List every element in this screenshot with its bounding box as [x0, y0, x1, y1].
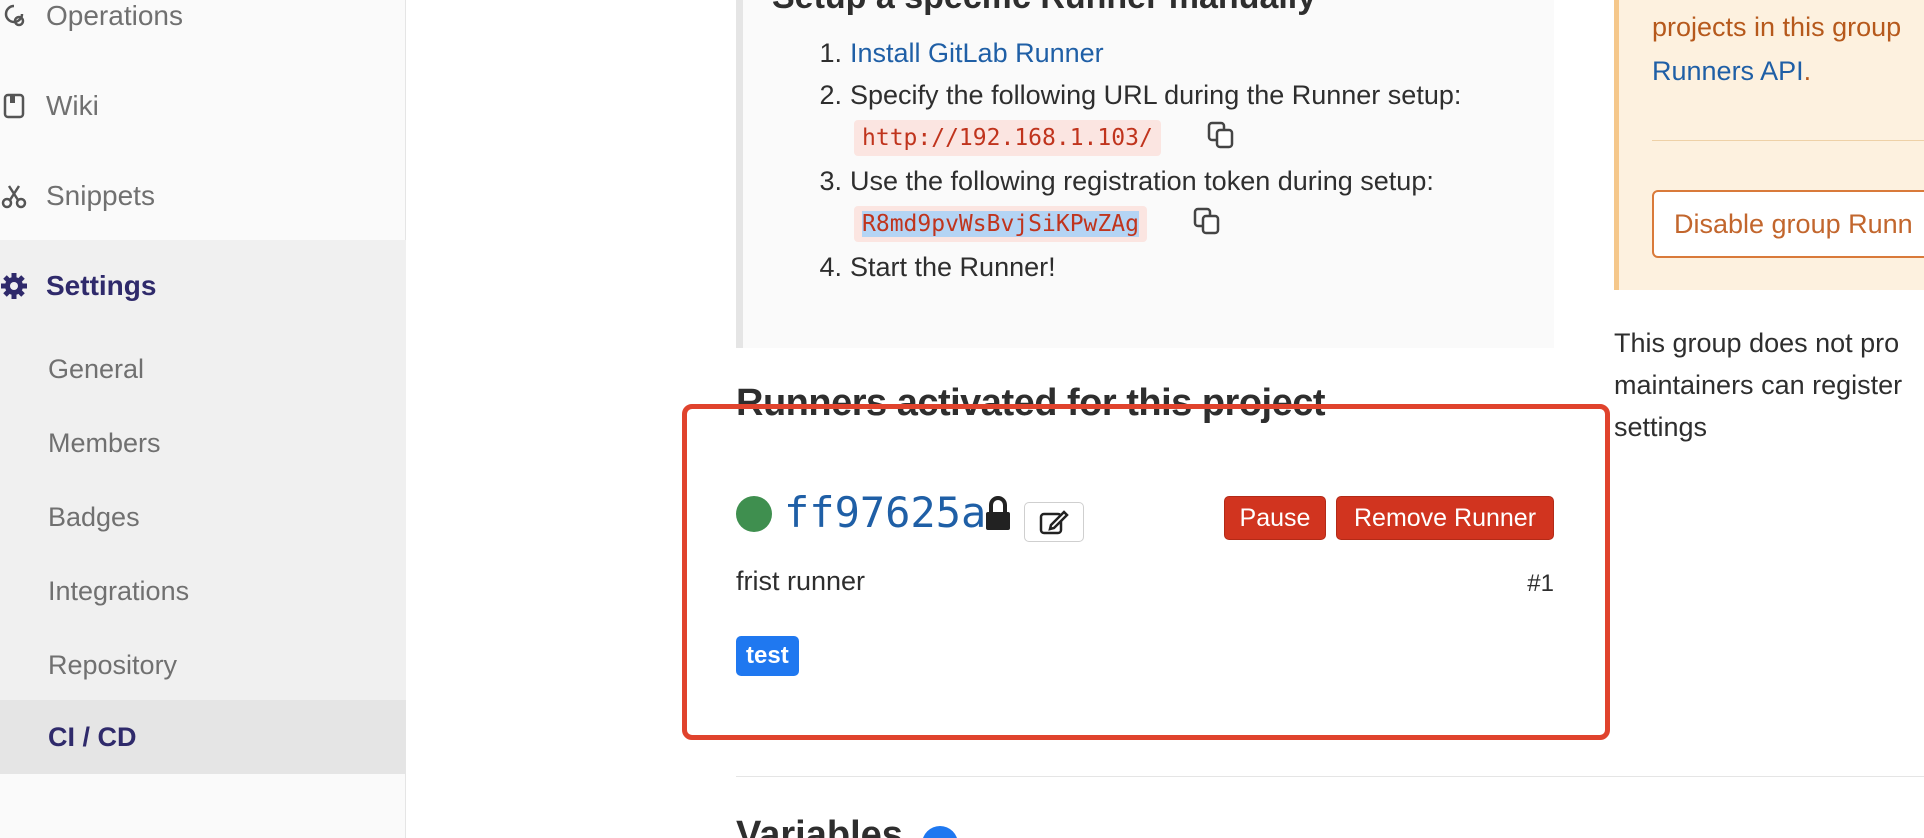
scissors-icon	[0, 182, 28, 210]
settings-link[interactable]: settings	[1614, 412, 1707, 443]
section-divider	[736, 776, 1924, 777]
warning-line: Runners API.	[1652, 56, 1811, 87]
sidebar-item-wiki[interactable]: Wiki	[0, 76, 99, 136]
operations-icon	[0, 2, 28, 30]
gear-icon	[0, 272, 28, 300]
sidebar-item-label: Wiki	[46, 90, 99, 121]
sidebar-subitem-repository[interactable]: Repository	[48, 650, 177, 681]
step-number: 3.	[819, 166, 842, 196]
step-number: 1.	[819, 38, 842, 68]
sidebar: Operations Wiki Snippets Settings Genera…	[0, 0, 406, 838]
setup-step-1: 1. Install GitLab Runner	[812, 38, 1104, 69]
copy-token-icon[interactable]	[1192, 206, 1222, 236]
book-icon	[0, 92, 28, 120]
sidebar-subitem-members[interactable]: Members	[48, 428, 161, 459]
sidebar-item-settings[interactable]: Settings	[0, 256, 156, 316]
setup-step-2: 2. Specify the following URL during the R…	[812, 80, 1461, 111]
annotation-highlight-box	[682, 404, 1610, 740]
copy-url-icon[interactable]	[1206, 120, 1236, 150]
runner-url-code: http://192.168.1.103/	[854, 120, 1161, 156]
sidebar-subitem-general[interactable]: General	[48, 354, 144, 385]
registration-token-selected: R8md9pvWsBvjSiKPwZAg	[862, 211, 1139, 237]
variables-title: Variables	[736, 814, 903, 838]
group-info-text: maintainers can register	[1614, 370, 1903, 400]
setup-step-4: 4. Start the Runner!	[812, 252, 1056, 283]
setup-title: Setup a specific Runner manually	[772, 0, 1316, 17]
step-text: Start the Runner!	[850, 252, 1056, 282]
sidebar-item-label: Snippets	[46, 180, 155, 211]
step-number: 2.	[819, 80, 842, 110]
warning-divider	[1652, 140, 1924, 141]
help-icon[interactable]	[922, 826, 958, 838]
registration-token-code: R8md9pvWsBvjSiKPwZAg	[854, 206, 1147, 242]
install-runner-link[interactable]: Install GitLab Runner	[850, 38, 1104, 68]
step-text: Use the following registration token dur…	[850, 166, 1434, 196]
sidebar-item-operations[interactable]: Operations	[0, 0, 183, 46]
sidebar-item-snippets[interactable]: Snippets	[0, 166, 155, 226]
warning-period: .	[1803, 56, 1812, 86]
step-text: Specify the following URL during the Run…	[850, 80, 1462, 110]
setup-step-3: 3. Use the following registration token d…	[812, 166, 1434, 197]
sidebar-subitem-integrations[interactable]: Integrations	[48, 576, 189, 607]
runners-api-link[interactable]: Runners API	[1652, 56, 1804, 86]
settings-label: Settings	[46, 270, 157, 301]
sidebar-item-label: Operations	[46, 0, 183, 31]
step-number: 4.	[819, 252, 842, 282]
sidebar-subitem-badges[interactable]: Badges	[48, 502, 140, 533]
group-info-text: This group does not pro	[1614, 328, 1900, 358]
warning-text: projects in this group	[1652, 12, 1902, 42]
disable-group-runners-button[interactable]: Disable group Runn	[1652, 190, 1924, 258]
sidebar-subitem-cicd[interactable]: CI / CD	[48, 722, 137, 753]
